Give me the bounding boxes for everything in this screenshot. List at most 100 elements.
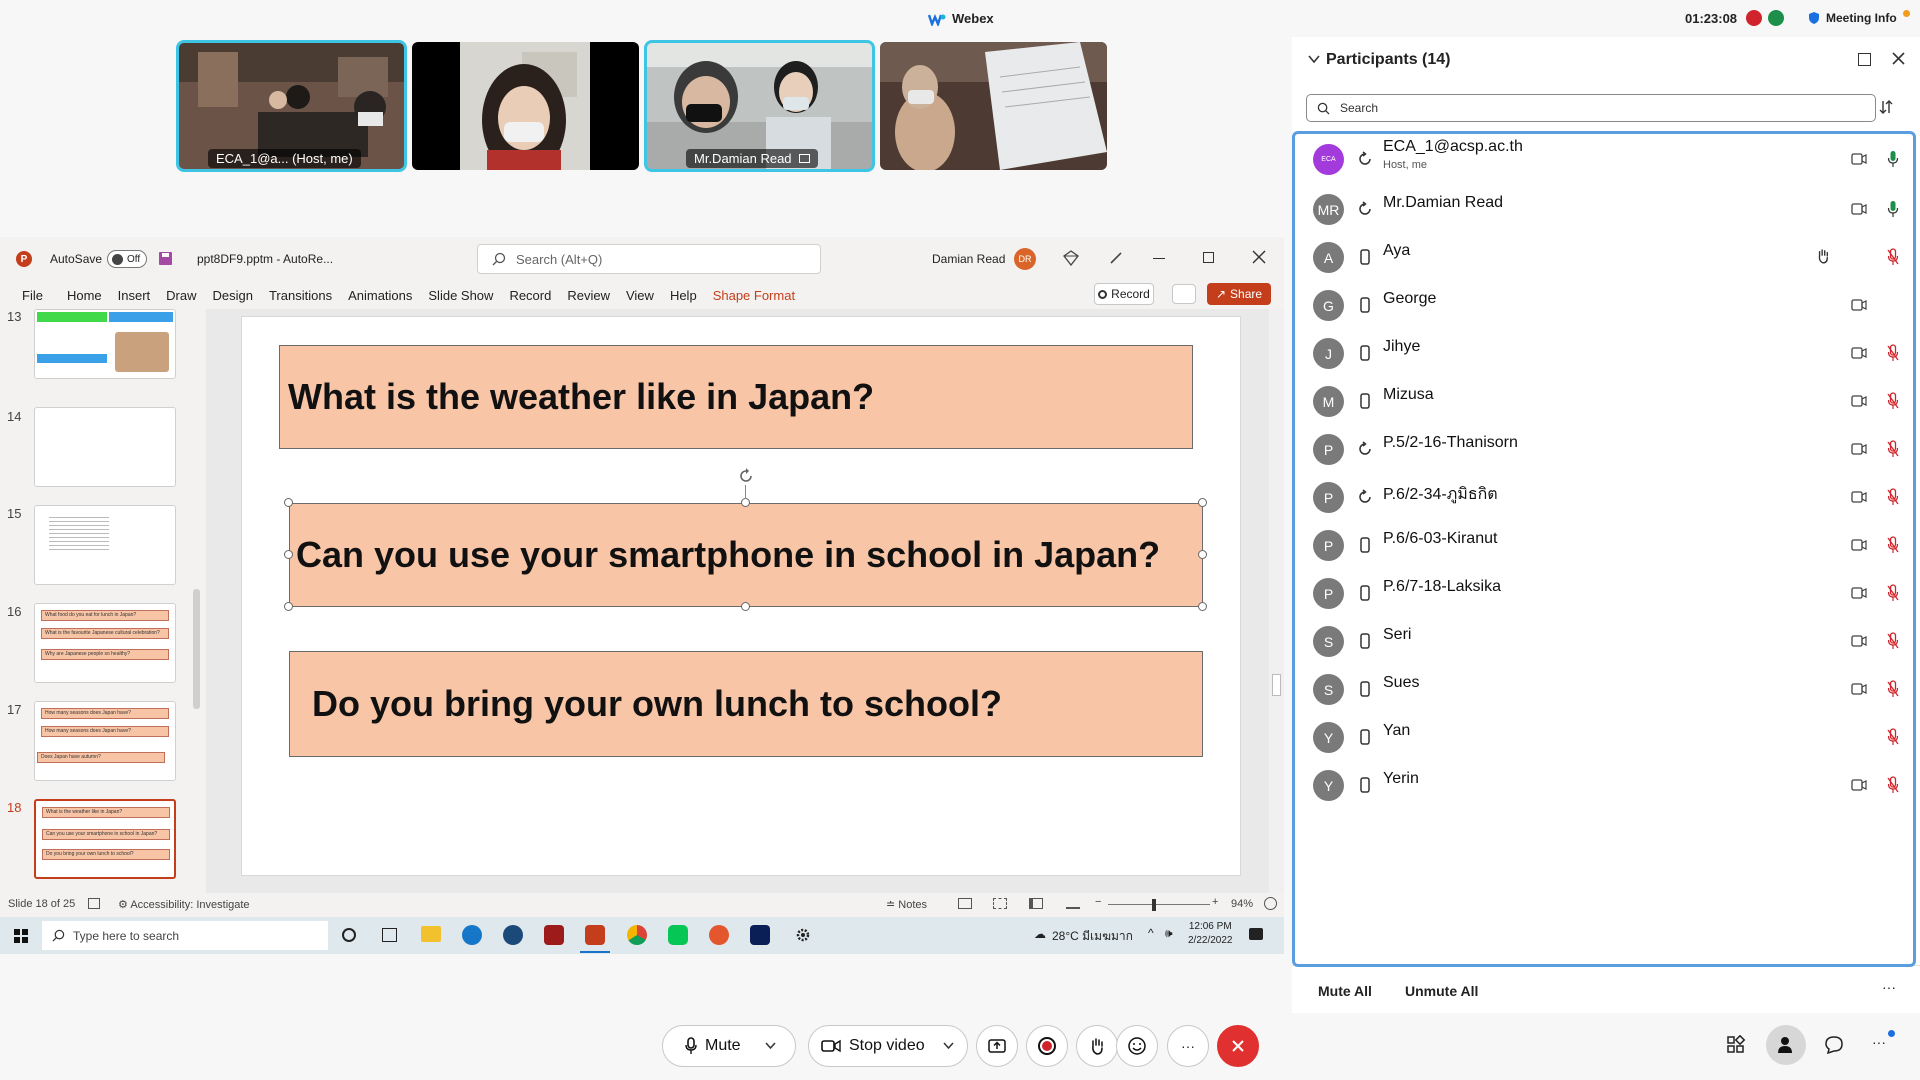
minimize-icon[interactable] (1153, 258, 1165, 259)
microphone-muted-icon[interactable] (1887, 440, 1899, 458)
video-camera-icon[interactable] (1851, 683, 1867, 695)
slide-textbox-2[interactable]: Can you use your smartphone in school in… (289, 503, 1203, 607)
zoom-slider[interactable] (1108, 904, 1210, 905)
resize-handle[interactable] (1198, 550, 1207, 559)
video-tile-participant-2[interactable] (412, 42, 639, 170)
reactions-button[interactable] (1116, 1025, 1158, 1067)
participant-row[interactable]: A Aya (1307, 234, 1907, 282)
microphone-muted-icon[interactable] (1887, 392, 1899, 410)
microphone-muted-icon[interactable] (1887, 776, 1899, 794)
raise-hand-button[interactable] (1076, 1025, 1118, 1067)
reading-view-icon[interactable] (1029, 898, 1043, 909)
powerpoint-taskbar-icon[interactable] (585, 925, 605, 945)
apps-icon[interactable] (1726, 1035, 1746, 1055)
tab-review[interactable]: Review (559, 288, 618, 303)
file-explorer-icon[interactable] (421, 926, 441, 942)
video-camera-icon[interactable] (1851, 347, 1867, 359)
resize-handle[interactable] (284, 550, 293, 559)
sorter-view-icon[interactable] (993, 898, 1007, 909)
participant-row[interactable]: MR Mr.Damian Read (1307, 186, 1907, 234)
slide-thumbnail-15[interactable] (34, 505, 176, 585)
app-icon[interactable] (544, 925, 564, 945)
video-camera-icon[interactable] (1851, 203, 1867, 215)
participant-row[interactable]: S Seri (1307, 618, 1907, 666)
chat-icon[interactable] (1824, 1035, 1844, 1055)
participant-row[interactable]: ECA ECA_1@acsp.ac.th Host, me (1307, 136, 1907, 184)
restore-icon[interactable] (1203, 252, 1214, 263)
tab-draw[interactable]: Draw (158, 288, 204, 303)
close-icon[interactable] (1252, 250, 1266, 264)
slide-scrollbar[interactable] (1269, 309, 1284, 893)
slide-thumbnail-14[interactable] (34, 407, 176, 487)
participant-row[interactable]: P P.5/2-16-Thanisorn (1307, 426, 1907, 474)
tab-design[interactable]: Design (205, 288, 261, 303)
comments-icon[interactable] (1172, 284, 1196, 304)
mute-button[interactable]: Mute (662, 1025, 796, 1067)
microphone-on-icon[interactable] (1887, 200, 1899, 218)
slide-thumbnail-16[interactable]: What food do you eat for lunch in Japan?… (34, 603, 176, 683)
zoom-slider-thumb[interactable] (1152, 899, 1156, 911)
fit-to-window-icon[interactable] (1264, 897, 1277, 910)
task-view-icon[interactable] (382, 928, 397, 942)
save-icon[interactable] (158, 251, 173, 266)
participants-list[interactable]: ECA ECA_1@acsp.ac.th Host, me MR Mr.Damian R… (1292, 131, 1916, 967)
leave-meeting-button[interactable] (1217, 1025, 1259, 1067)
sort-icon[interactable] (1878, 99, 1894, 115)
participant-row[interactable]: P P.6/6-03-Kiranut (1307, 522, 1907, 570)
microphone-muted-icon[interactable] (1887, 536, 1899, 554)
unmute-all-button[interactable]: Unmute All (1405, 983, 1478, 999)
video-camera-icon[interactable] (1851, 587, 1867, 599)
popout-icon[interactable] (1858, 53, 1871, 66)
tab-insert[interactable]: Insert (110, 288, 159, 303)
share-screen-button[interactable] (976, 1025, 1018, 1067)
panel-more-button[interactable]: ··· (1882, 979, 1896, 995)
participant-row[interactable]: J Jihye (1307, 330, 1907, 378)
microphone-muted-icon[interactable] (1887, 728, 1899, 746)
webex-taskbar-icon[interactable] (750, 925, 770, 945)
edge-icon[interactable] (462, 925, 482, 945)
microphone-muted-icon[interactable] (1887, 680, 1899, 698)
diamond-icon[interactable] (1063, 250, 1079, 266)
chevron-down-icon[interactable] (943, 1042, 954, 1050)
slide-thumbnail-17[interactable]: How many seasons does Japan have? How ma… (34, 701, 176, 781)
tab-view[interactable]: View (618, 288, 662, 303)
slide-thumbnail-18[interactable]: What is the weather like in Japan? Can y… (34, 799, 176, 879)
thumbs-scrollbar[interactable] (193, 589, 200, 709)
resize-handle[interactable] (1198, 602, 1207, 611)
microphone-on-icon[interactable] (1887, 150, 1899, 168)
more-options-button[interactable]: ··· (1167, 1025, 1209, 1067)
accessibility-status[interactable]: ⚙ Accessibility: Investigate (118, 898, 250, 911)
resize-handle[interactable] (284, 498, 293, 507)
video-camera-icon[interactable] (1851, 491, 1867, 503)
resize-handle[interactable] (741, 498, 750, 507)
mute-all-button[interactable]: Mute All (1318, 983, 1372, 999)
microphone-muted-icon[interactable] (1887, 248, 1899, 266)
settings-gear-icon[interactable] (794, 926, 812, 944)
tab-shape-format[interactable]: Shape Format (705, 288, 803, 303)
close-panel-icon[interactable] (1892, 52, 1905, 65)
resize-handle[interactable] (284, 602, 293, 611)
record-button[interactable] (1026, 1025, 1068, 1067)
current-slide[interactable]: What is the weather like in Japan? Can y… (241, 316, 1241, 876)
slide-thumbnails-pane[interactable]: 13 14 15 16 What food do you eat for lun… (0, 309, 206, 893)
taskbar-clock[interactable]: 12:06 PM 2/22/2022 (1188, 920, 1233, 948)
stop-video-button[interactable]: Stop video (808, 1025, 968, 1067)
rotate-handle-icon[interactable] (737, 467, 755, 485)
network-status-icon[interactable] (1768, 10, 1784, 26)
chevron-down-icon[interactable] (765, 1042, 776, 1050)
microphone-muted-icon[interactable] (1887, 584, 1899, 602)
video-camera-icon[interactable] (1851, 153, 1867, 165)
ppt-record-button[interactable]: Record (1094, 283, 1154, 305)
tab-slide-show[interactable]: Slide Show (420, 288, 501, 303)
tab-record[interactable]: Record (501, 288, 559, 303)
participant-row[interactable]: Y Yan (1307, 714, 1907, 762)
zoom-level[interactable]: 94% (1231, 898, 1253, 910)
tray-chevron-icon[interactable]: ^ (1148, 926, 1154, 940)
notes-button[interactable]: ≐ Notes (886, 898, 927, 911)
meeting-info-button[interactable]: Meeting Info (1808, 9, 1910, 25)
zoom-out-icon[interactable]: − (1095, 896, 1101, 908)
line-icon[interactable] (668, 925, 688, 945)
participant-row[interactable]: M Mizusa (1307, 378, 1907, 426)
resize-handle[interactable] (741, 602, 750, 611)
tab-home[interactable]: Home (59, 288, 110, 303)
